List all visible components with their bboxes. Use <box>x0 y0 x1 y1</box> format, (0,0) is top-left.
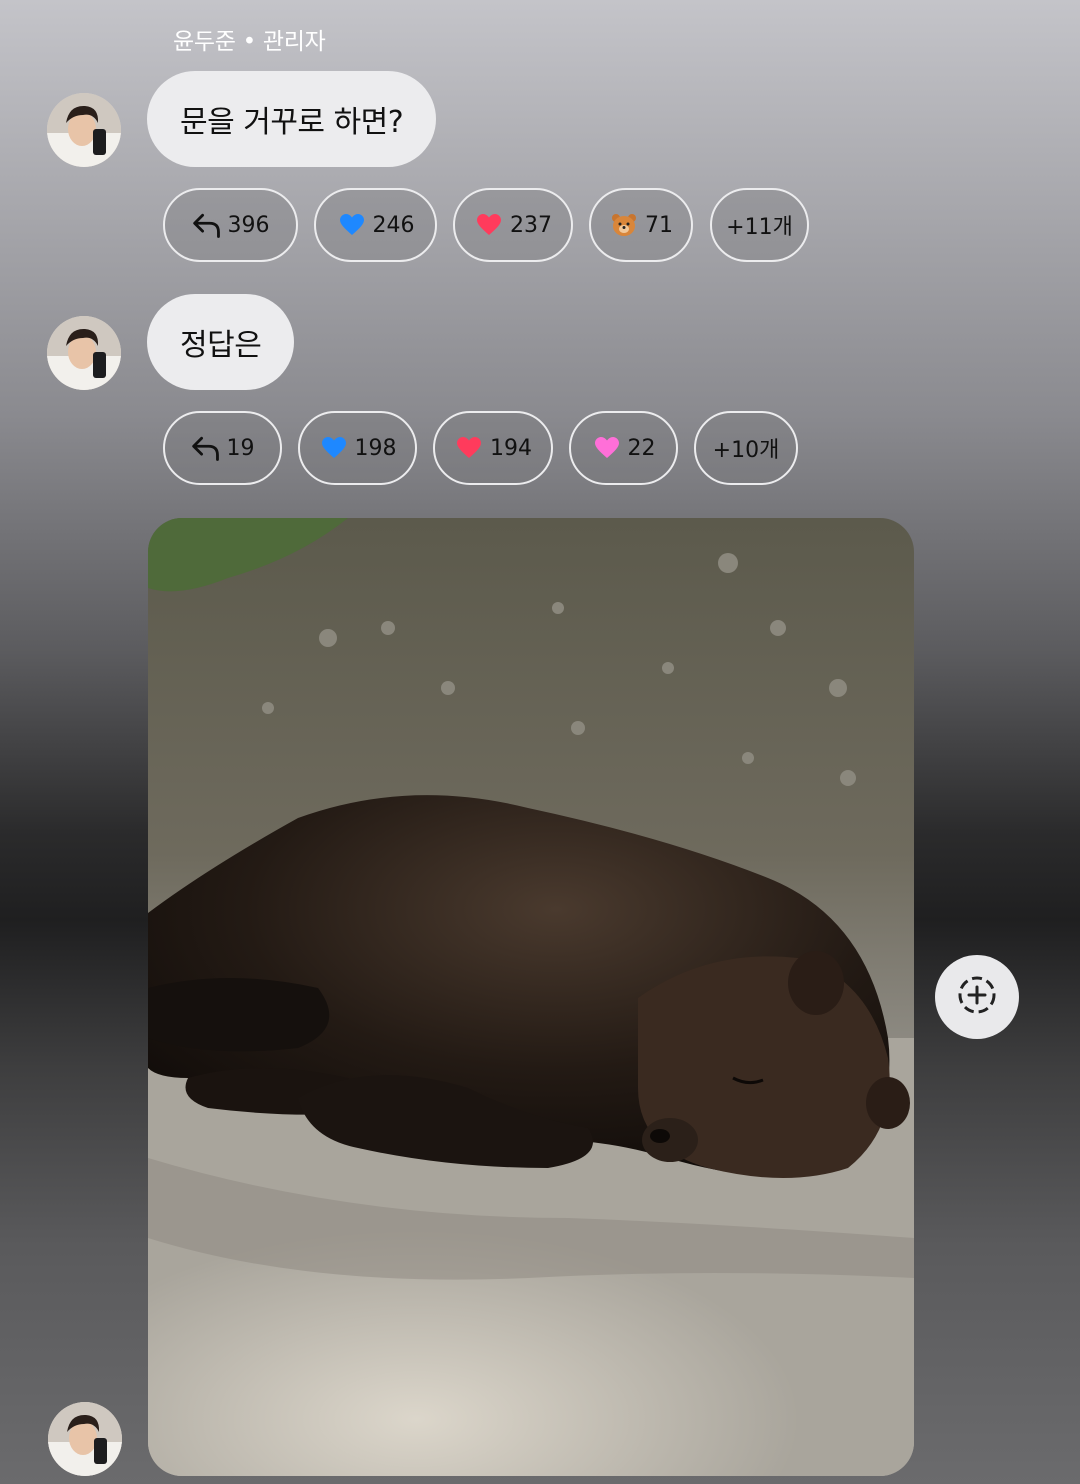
reaction-count: 194 <box>490 435 532 461</box>
reaction-blue-heart[interactable]: 198 <box>298 411 417 485</box>
reaction-reply[interactable]: 19 <box>163 411 282 485</box>
reaction-pink-heart[interactable]: 22 <box>569 411 678 485</box>
blue-heart-icon <box>319 433 349 463</box>
reaction-red-heart[interactable]: 194 <box>433 411 553 485</box>
reaction-count: 396 <box>227 212 270 238</box>
sender-name: 윤두준 • 관리자 <box>173 29 326 55</box>
bear-face-icon <box>609 210 639 240</box>
sleeping-bear-photo[interactable] <box>148 518 914 1476</box>
reply-arrow-icon <box>191 433 221 463</box>
reaction-more[interactable]: +10개 <box>694 411 798 485</box>
reply-arrow-icon <box>192 210 222 240</box>
reaction-count: 198 <box>354 435 397 461</box>
red-heart-icon <box>454 433 484 463</box>
red-heart-icon <box>474 210 504 240</box>
reaction-blue-heart[interactable]: 246 <box>314 188 437 262</box>
reaction-count: 22 <box>627 435 656 461</box>
add-reaction-button[interactable] <box>935 955 1019 1039</box>
message-bubble-2[interactable]: 정답은 <box>147 294 295 390</box>
reaction-more-label: +10개 <box>712 438 780 463</box>
avatar[interactable] <box>48 1402 122 1476</box>
reaction-more[interactable]: +11개 <box>710 188 809 262</box>
avatar[interactable] <box>47 316 121 390</box>
blue-heart-icon <box>337 210 367 240</box>
reaction-bear[interactable]: 71 <box>589 188 693 262</box>
add-reaction-icon <box>955 973 999 1021</box>
reaction-count: 19 <box>226 435 255 461</box>
reaction-red-heart[interactable]: 237 <box>453 188 573 262</box>
reaction-count: 71 <box>645 212 673 238</box>
reaction-more-label: +11개 <box>726 215 793 240</box>
reaction-count: 237 <box>510 212 552 238</box>
avatar[interactable] <box>47 93 121 167</box>
message-bubble-1[interactable]: 문을 거꾸로 하면? <box>147 71 437 167</box>
reaction-count: 246 <box>372 212 415 238</box>
reaction-reply[interactable]: 396 <box>163 188 298 262</box>
pink-heart-icon <box>592 433 622 463</box>
